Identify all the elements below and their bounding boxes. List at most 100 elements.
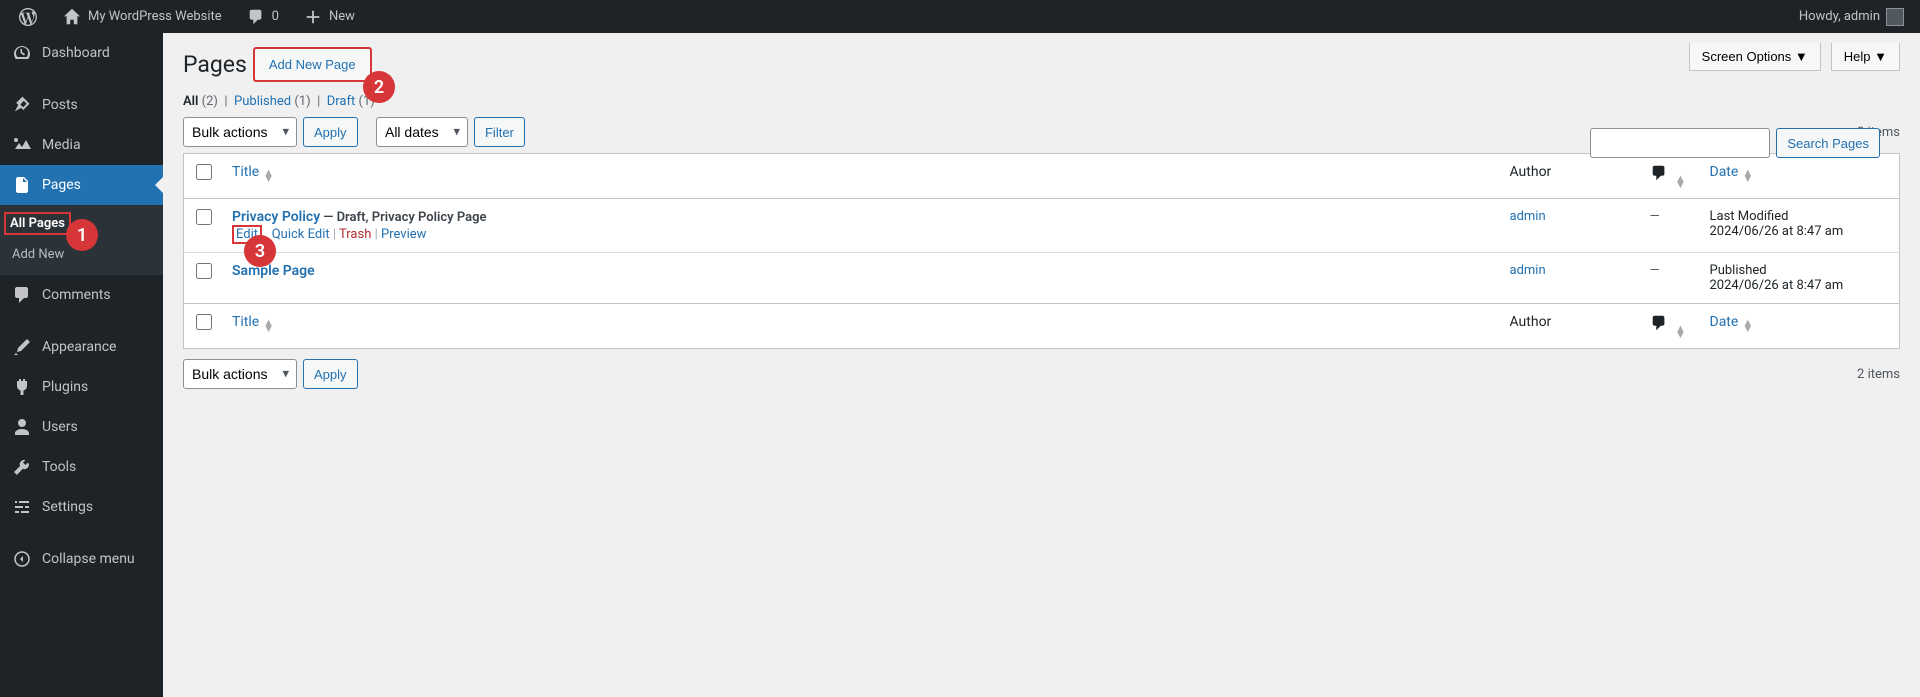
media-icon xyxy=(12,135,32,155)
row-checkbox[interactable] xyxy=(196,263,212,279)
table-row: Privacy Policy — Draft, Privacy Policy P… xyxy=(184,199,1900,253)
date-status: Last Modified xyxy=(1710,209,1890,224)
bulk-actions-select[interactable]: Bulk actions xyxy=(183,117,297,147)
sliders-icon xyxy=(12,497,32,517)
sort-icon: ▲▼ xyxy=(263,320,274,332)
annotation-badge-1: 1 xyxy=(66,219,98,251)
add-new-page-button[interactable]: Add New Page xyxy=(253,47,372,82)
page-title-link[interactable]: Sample Page xyxy=(232,263,315,279)
author-column-footer: Author xyxy=(1500,304,1640,349)
bulk-actions-bottom: Bulk actions Apply xyxy=(183,359,358,389)
annotation-badge-2: 2 xyxy=(363,71,395,103)
admin-bar-left: My WordPress Website 0 New xyxy=(10,0,363,33)
sidebar-item-plugins[interactable]: Plugins xyxy=(0,367,163,407)
main-content: Screen Options ▼ Help ▼ Pages Add New Pa… xyxy=(163,33,1920,415)
admin-top-bar: My WordPress Website 0 New Howdy, admin xyxy=(0,0,1920,33)
select-all-checkbox-footer[interactable] xyxy=(196,314,212,330)
new-content-link[interactable]: New xyxy=(295,0,363,33)
comments-footer-icon xyxy=(1650,314,1668,336)
menu-separator xyxy=(0,315,163,327)
pin-icon xyxy=(12,95,32,115)
page-title-link[interactable]: Privacy Policy xyxy=(232,209,320,225)
search-input[interactable] xyxy=(1590,128,1770,158)
comments-count: — xyxy=(1650,263,1660,278)
row-checkbox[interactable] xyxy=(196,209,212,225)
date-value: 2024/06/26 at 8:47 am xyxy=(1710,278,1890,293)
sidebar-item-dashboard[interactable]: Dashboard xyxy=(0,33,163,73)
search-pages-button[interactable]: Search Pages xyxy=(1776,128,1880,158)
admin-sidebar: Dashboard Posts Media Pages All Pages 1 … xyxy=(0,33,163,697)
bulk-apply-button-bottom[interactable]: Apply xyxy=(303,359,358,389)
wrench-icon xyxy=(12,457,32,477)
date-column-footer[interactable]: Date▲▼ xyxy=(1700,304,1900,349)
quick-edit-link[interactable]: Quick Edit xyxy=(272,227,330,242)
wordpress-icon xyxy=(18,7,38,27)
sidebar-item-comments[interactable]: Comments xyxy=(0,275,163,315)
tablenav-bottom: Bulk actions Apply 2 items xyxy=(183,359,1900,389)
sort-icon: ▲▼ xyxy=(263,170,274,182)
home-icon xyxy=(62,7,82,27)
author-column-header: Author xyxy=(1500,154,1640,199)
bulk-actions-select-bottom[interactable]: Bulk actions xyxy=(183,359,297,389)
wp-logo[interactable] xyxy=(10,0,46,33)
user-avatar xyxy=(1886,8,1904,26)
comments-icon xyxy=(246,7,266,27)
site-name-link[interactable]: My WordPress Website xyxy=(54,0,230,33)
author-link[interactable]: admin xyxy=(1510,263,1546,278)
new-text: New xyxy=(329,9,355,24)
all-filter-link[interactable]: All (2) xyxy=(183,94,218,109)
comments-header-icon xyxy=(1650,164,1668,186)
date-value: 2024/06/26 at 8:47 am xyxy=(1710,224,1890,239)
admin-bar-right[interactable]: Howdy, admin xyxy=(1799,8,1910,26)
author-link[interactable]: admin xyxy=(1510,209,1546,224)
sidebar-settings-text: Settings xyxy=(42,499,93,515)
sidebar-posts-text: Posts xyxy=(42,97,78,113)
sidebar-item-tools[interactable]: Tools xyxy=(0,447,163,487)
sort-icon: ▲▼ xyxy=(1675,326,1686,338)
sidebar-item-users[interactable]: Users xyxy=(0,407,163,447)
submenu-all-pages[interactable]: All Pages xyxy=(4,212,71,235)
filter-button[interactable]: Filter xyxy=(474,117,525,147)
title-column-footer[interactable]: Title▲▼ xyxy=(222,304,1500,349)
sidebar-item-appearance[interactable]: Appearance xyxy=(0,327,163,367)
menu-separator xyxy=(0,73,163,85)
user-icon xyxy=(12,417,32,437)
preview-link[interactable]: Preview xyxy=(381,227,426,242)
comments-count: — xyxy=(1650,209,1660,224)
title-column-header[interactable]: Title▲▼ xyxy=(222,154,1500,199)
bulk-apply-button[interactable]: Apply xyxy=(303,117,358,147)
sidebar-item-pages[interactable]: Pages xyxy=(0,165,163,205)
select-all-header xyxy=(184,154,223,199)
site-name-text: My WordPress Website xyxy=(88,9,222,24)
sidebar-item-media[interactable]: Media xyxy=(0,125,163,165)
date-filter-select[interactable]: All dates xyxy=(376,117,468,147)
sort-icon: ▲▼ xyxy=(1675,176,1686,188)
sidebar-pages-text: Pages xyxy=(42,177,81,193)
sidebar-item-posts[interactable]: Posts xyxy=(0,85,163,125)
sidebar-comments-text: Comments xyxy=(42,287,111,303)
comments-link[interactable]: 0 xyxy=(238,0,287,33)
sort-icon: ▲▼ xyxy=(1742,170,1753,182)
trash-link[interactable]: Trash xyxy=(339,227,371,242)
sidebar-users-text: Users xyxy=(42,419,78,435)
table-row: Sample Page admin — Published 2024/06/26… xyxy=(184,253,1900,304)
page-title: Pages xyxy=(183,51,247,78)
date-column-header[interactable]: Date▲▼ xyxy=(1700,154,1900,199)
select-all-checkbox[interactable] xyxy=(196,164,212,180)
sidebar-plugins-text: Plugins xyxy=(42,379,88,395)
sort-icon: ▲▼ xyxy=(1742,320,1753,332)
comments-column-header[interactable]: ▲▼ xyxy=(1640,154,1700,199)
sidebar-appearance-text: Appearance xyxy=(42,339,116,355)
greeting-text: Howdy, admin xyxy=(1799,9,1880,24)
sidebar-collapse-text: Collapse menu xyxy=(42,551,135,567)
sidebar-collapse[interactable]: Collapse menu xyxy=(0,539,163,579)
bulk-actions-row: Bulk actions Apply All dates Filter xyxy=(183,117,525,147)
comments-column-footer[interactable]: ▲▼ xyxy=(1640,304,1700,349)
search-box: Search Pages xyxy=(1590,128,1880,158)
items-count-bottom: 2 items xyxy=(1857,367,1900,382)
published-filter-link[interactable]: Published (1) xyxy=(234,94,311,109)
sidebar-media-text: Media xyxy=(42,137,81,153)
title-row: Pages Add New Page 2 xyxy=(183,47,1900,82)
pages-table: Title▲▼ Author ▲▼ Date▲▼ Privacy Policy … xyxy=(183,153,1900,349)
sidebar-item-settings[interactable]: Settings xyxy=(0,487,163,527)
